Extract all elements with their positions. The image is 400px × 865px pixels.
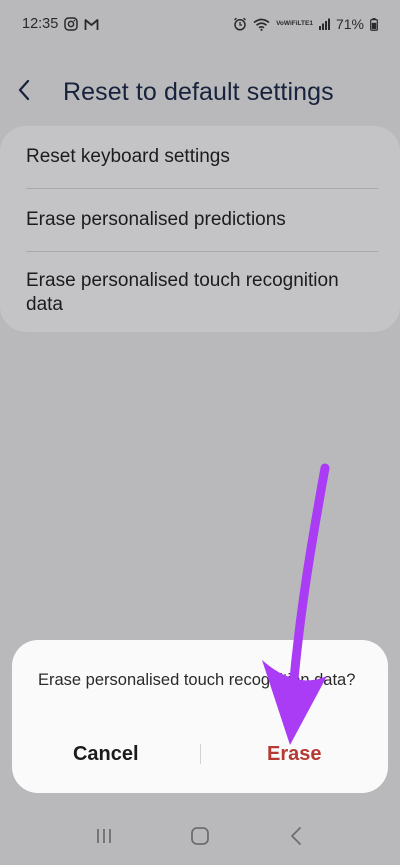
gmail-icon: [84, 18, 99, 31]
back-nav-button[interactable]: [266, 819, 326, 859]
erase-touch-recognition-item[interactable]: Erase personalised touch recognition dat…: [26, 252, 376, 334]
network-label-top: VoWiFi: [276, 19, 298, 27]
instagram-icon: [64, 17, 79, 31]
erase-confirm-dialog: Erase personalised touch recognition dat…: [12, 640, 388, 793]
app-header: Reset to default settings: [0, 64, 400, 120]
recents-button[interactable]: [74, 819, 134, 859]
battery-percent: 71%: [335, 16, 364, 32]
dialog-message: Erase personalised touch recognition dat…: [38, 671, 356, 689]
erase-button[interactable]: Erase: [201, 734, 389, 774]
erase-predictions-item[interactable]: Erase personalised predictions: [26, 189, 376, 251]
settings-item-label: Reset keyboard settings: [26, 146, 230, 167]
page-title: Reset to default settings: [63, 77, 334, 106]
network-label-bottom: LTE1: [297, 19, 313, 27]
settings-card: Reset keyboard settings Erase personalis…: [0, 126, 400, 332]
network-type-label: VoWiFi LTE1: [276, 19, 313, 28]
signal-icon: [318, 18, 330, 30]
home-icon: [190, 826, 210, 851]
chevron-left-icon: [16, 78, 32, 107]
alarm-icon: [233, 17, 247, 31]
status-left: 12:35: [22, 16, 99, 32]
back-icon: [289, 826, 303, 851]
wifi-icon: [253, 18, 270, 31]
battery-icon: [370, 17, 378, 31]
back-button[interactable]: [16, 64, 66, 120]
cancel-button[interactable]: Cancel: [12, 734, 200, 774]
navigation-bar: [0, 812, 400, 865]
dialog-actions: Cancel Erase: [12, 734, 388, 774]
settings-item-label: Erase personalised touch recognition dat…: [26, 270, 339, 315]
recents-icon: [95, 827, 113, 850]
status-right: VoWiFi LTE1 71%: [233, 16, 378, 32]
status-bar: 12:35 VoWiFi LTE1 71%: [0, 0, 400, 48]
settings-item-label: Erase personalised predictions: [26, 209, 286, 230]
home-button[interactable]: [170, 819, 230, 859]
status-time: 12:35: [22, 16, 59, 32]
reset-keyboard-settings-item[interactable]: Reset keyboard settings: [26, 126, 376, 188]
